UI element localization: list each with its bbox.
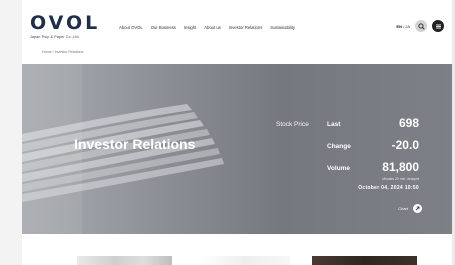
- thumbnail-image[interactable]: [200, 256, 290, 265]
- lang-en-link[interactable]: EN: [396, 24, 402, 29]
- volume-label: Volume: [327, 165, 350, 172]
- logo-mark: OVOL: [30, 12, 101, 34]
- delay-note: Minutes 20 min. delayed: [382, 177, 419, 181]
- search-icon: [417, 22, 425, 30]
- ovol-logo[interactable]: OVOL Japan Pulp & Paper Co.,Ltd.: [30, 12, 101, 40]
- nav-item-sustainability[interactable]: Sustainability: [270, 25, 295, 30]
- change-value: -20.0: [391, 138, 419, 152]
- breadcrumb-current: Investor Relations: [54, 50, 84, 54]
- chart-arrow-button[interactable]: [413, 204, 422, 213]
- nav-item-about-us[interactable]: About us: [204, 25, 221, 30]
- language-switch: EN / JA: [396, 24, 410, 29]
- search-button[interactable]: [415, 20, 427, 32]
- browser-frame-left: [0, 0, 22, 265]
- thumbnail-image[interactable]: [312, 256, 417, 265]
- nav-item-investor-relations[interactable]: Investor Relations: [229, 25, 263, 30]
- lang-ja-link[interactable]: JA: [405, 24, 410, 29]
- stock-price-caption: Stock Price: [276, 121, 309, 128]
- nav-item-insight[interactable]: Insight: [184, 25, 196, 30]
- arrow-right-icon: [415, 206, 420, 211]
- volume-value: 81,800: [382, 160, 419, 174]
- stock-timestamp: October 04, 2024 10:50: [358, 185, 419, 191]
- page-title: Investor Relations: [74, 136, 196, 152]
- change-label: Change: [327, 143, 351, 150]
- breadcrumb: Home / Investor Relations: [42, 50, 83, 54]
- last-value: 698: [398, 116, 419, 130]
- chart-link-label: Chart: [398, 206, 408, 211]
- hero-banner: Investor Relations Stock Price Last 698 …: [22, 64, 452, 234]
- menu-icon: [435, 24, 441, 28]
- menu-button[interactable]: [432, 20, 444, 32]
- company-name: Japan Pulp & Paper Co.,Ltd.: [30, 35, 80, 39]
- nav-item-about-ovol[interactable]: About OVOL: [119, 25, 143, 30]
- thumbnail-image[interactable]: [77, 256, 172, 265]
- nav-item-our-business[interactable]: Our Business: [151, 25, 176, 30]
- main-nav: About OVOL Our Business Insight About us…: [119, 25, 295, 30]
- header-actions: EN / JA: [396, 20, 444, 32]
- content-thumbnails: [22, 252, 452, 265]
- last-label: Last: [327, 121, 341, 128]
- page: OVOL Japan Pulp & Paper Co.,Ltd. About O…: [22, 0, 452, 265]
- breadcrumb-home[interactable]: Home: [42, 50, 52, 54]
- chart-link[interactable]: Chart: [398, 204, 422, 213]
